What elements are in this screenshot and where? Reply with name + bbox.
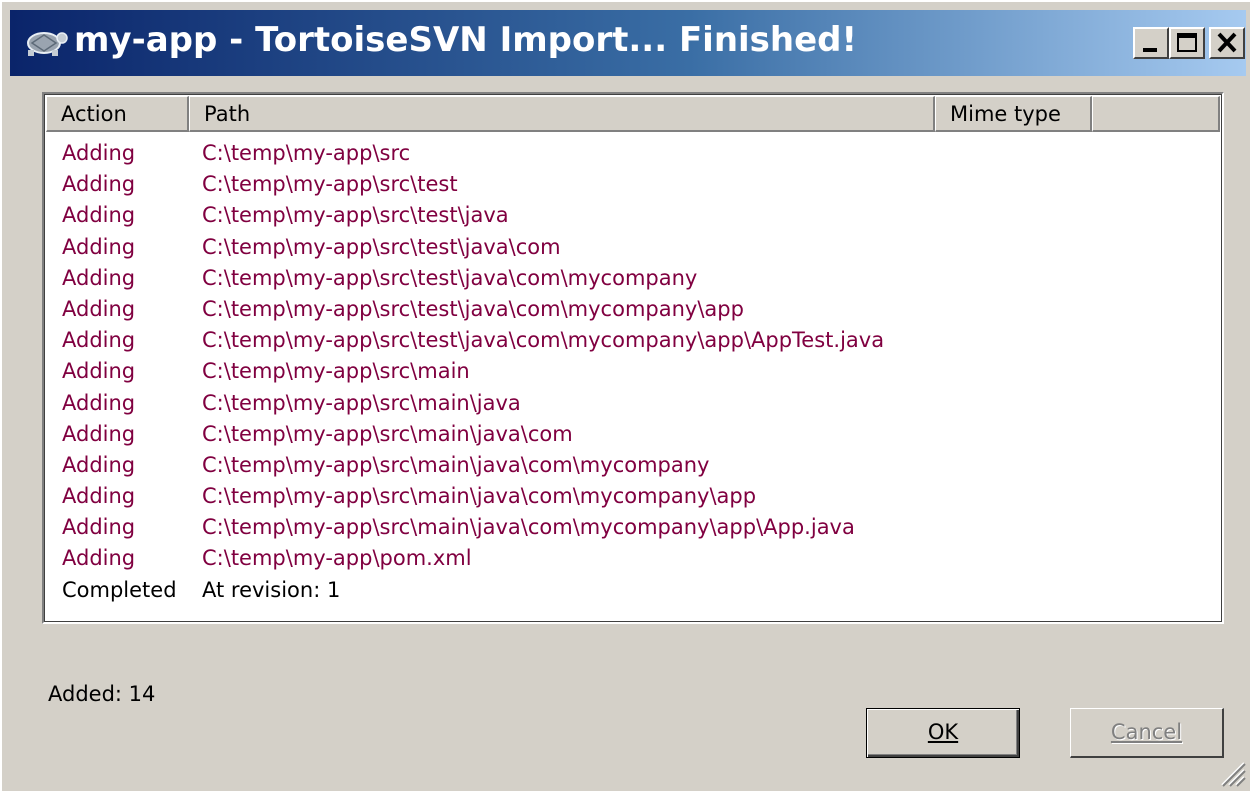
row-path: C:\temp\my-app\src\main\java\com\mycompa… — [202, 515, 855, 540]
column-header-action[interactable]: Action — [46, 96, 189, 132]
list-row[interactable]: Adding C:\temp\my-app\src\main\java\com\m… — [46, 481, 1220, 512]
list-rows: Adding C:\temp\my-app\src Adding C:\temp\my… — [46, 138, 1220, 606]
list-row[interactable]: Adding C:\temp\my-app\src\main\java\com — [46, 419, 1220, 450]
column-header-mime-type[interactable]: Mime type — [935, 96, 1092, 132]
row-action: Adding — [62, 359, 136, 384]
row-path: C:\temp\my-app\src\main\java\com\mycompa… — [202, 452, 710, 477]
close-icon — [1217, 32, 1237, 53]
list-row[interactable]: Completed At revision: 1 — [46, 575, 1220, 606]
row-action: Adding — [62, 265, 136, 290]
cancel-button-label: Cancel — [1110, 720, 1183, 744]
list-row[interactable]: Adding C:\temp\my-app\src\test\java\com\m… — [46, 263, 1220, 294]
resize-grip-icon[interactable] — [1216, 757, 1246, 787]
added-count: Added: 14 — [48, 682, 156, 706]
column-header-empty[interactable] — [1092, 96, 1220, 132]
row-action: Adding — [62, 515, 136, 540]
list-row[interactable]: Adding C:\temp\my-app\src\main — [46, 356, 1220, 387]
ok-button-label: OK — [927, 720, 959, 744]
row-path: C:\temp\my-app\src\test — [202, 172, 458, 197]
tortoise-icon — [27, 32, 68, 56]
row-path: C:\temp\my-app\src\main — [202, 359, 470, 384]
minimize-icon — [1143, 48, 1157, 52]
row-action: Adding — [62, 546, 136, 571]
row-action: Completed — [62, 577, 177, 602]
row-action: Adding — [62, 172, 136, 197]
column-header-path[interactable]: Path — [189, 96, 935, 132]
row-action: Adding — [62, 452, 136, 477]
list-row[interactable]: Adding C:\temp\my-app\src\main\java — [46, 388, 1220, 419]
row-path: C:\temp\my-app\src\test\java\com\mycompa… — [202, 265, 698, 290]
row-action: Adding — [62, 234, 136, 259]
row-action: Adding — [62, 390, 136, 415]
row-path: C:\temp\my-app\src\test\java\com\mycompa… — [202, 296, 744, 321]
row-path: C:\temp\my-app\src\test\java\com — [202, 234, 561, 259]
row-path: C:\temp\my-app\pom.xml — [202, 546, 472, 571]
import-results-list[interactable]: Action Path Mime type Adding C:\temp\my-a… — [42, 92, 1224, 624]
list-row[interactable]: Adding C:\temp\my-app\src\test\java — [46, 200, 1220, 231]
row-action: Adding — [62, 141, 136, 165]
row-action: Adding — [62, 328, 136, 353]
row-action: Adding — [62, 203, 136, 228]
maximize-button[interactable] — [1169, 27, 1205, 59]
import-dialog-window: my-app - TortoiseSVN Import... Finished!… — [0, 0, 1250, 791]
list-row[interactable]: Adding C:\temp\my-app\src\test\java\com\m… — [46, 294, 1220, 325]
row-path: At revision: 1 — [202, 577, 341, 602]
title-bar[interactable]: my-app - TortoiseSVN Import... Finished! — [10, 10, 1246, 76]
maximize-icon — [1177, 33, 1197, 52]
list-row[interactable]: Adding C:\temp\my-app\src\test\java\com — [46, 232, 1220, 263]
row-path: C:\temp\my-app\src\test\java — [202, 203, 509, 228]
row-action: Adding — [62, 484, 136, 509]
list-row[interactable]: Adding C:\temp\my-app\src\main\java\com\m… — [46, 450, 1220, 481]
list-row[interactable]: Adding C:\temp\my-app\pom.xml — [46, 543, 1220, 574]
list-row[interactable]: Adding C:\temp\my-app\src\test — [46, 169, 1220, 200]
row-action: Adding — [62, 296, 136, 321]
row-path: C:\temp\my-app\src\main\java\com — [202, 421, 573, 446]
row-path: C:\temp\my-app\src\main\java — [202, 390, 521, 415]
cancel-button[interactable]: Cancel — [1070, 708, 1224, 758]
row-path: C:\temp\my-app\src\test\java\com\mycompa… — [202, 328, 885, 353]
ok-button[interactable]: OK — [866, 708, 1020, 758]
row-path: C:\temp\my-app\src\main\java\com\mycompa… — [202, 484, 757, 509]
window-title: my-app - TortoiseSVN Import... Finished! — [74, 20, 858, 60]
list-header: Action Path Mime type — [46, 96, 1220, 132]
row-action: Adding — [62, 421, 136, 446]
close-button[interactable] — [1209, 27, 1245, 59]
list-row[interactable]: Adding C:\temp\my-app\src\test\java\com\m… — [46, 325, 1220, 356]
list-row[interactable]: Adding C:\temp\my-app\src — [46, 138, 1220, 169]
minimize-button[interactable] — [1133, 27, 1169, 59]
list-row[interactable]: Adding C:\temp\my-app\src\main\java\com\m… — [46, 512, 1220, 543]
row-path: C:\temp\my-app\src — [202, 141, 411, 165]
